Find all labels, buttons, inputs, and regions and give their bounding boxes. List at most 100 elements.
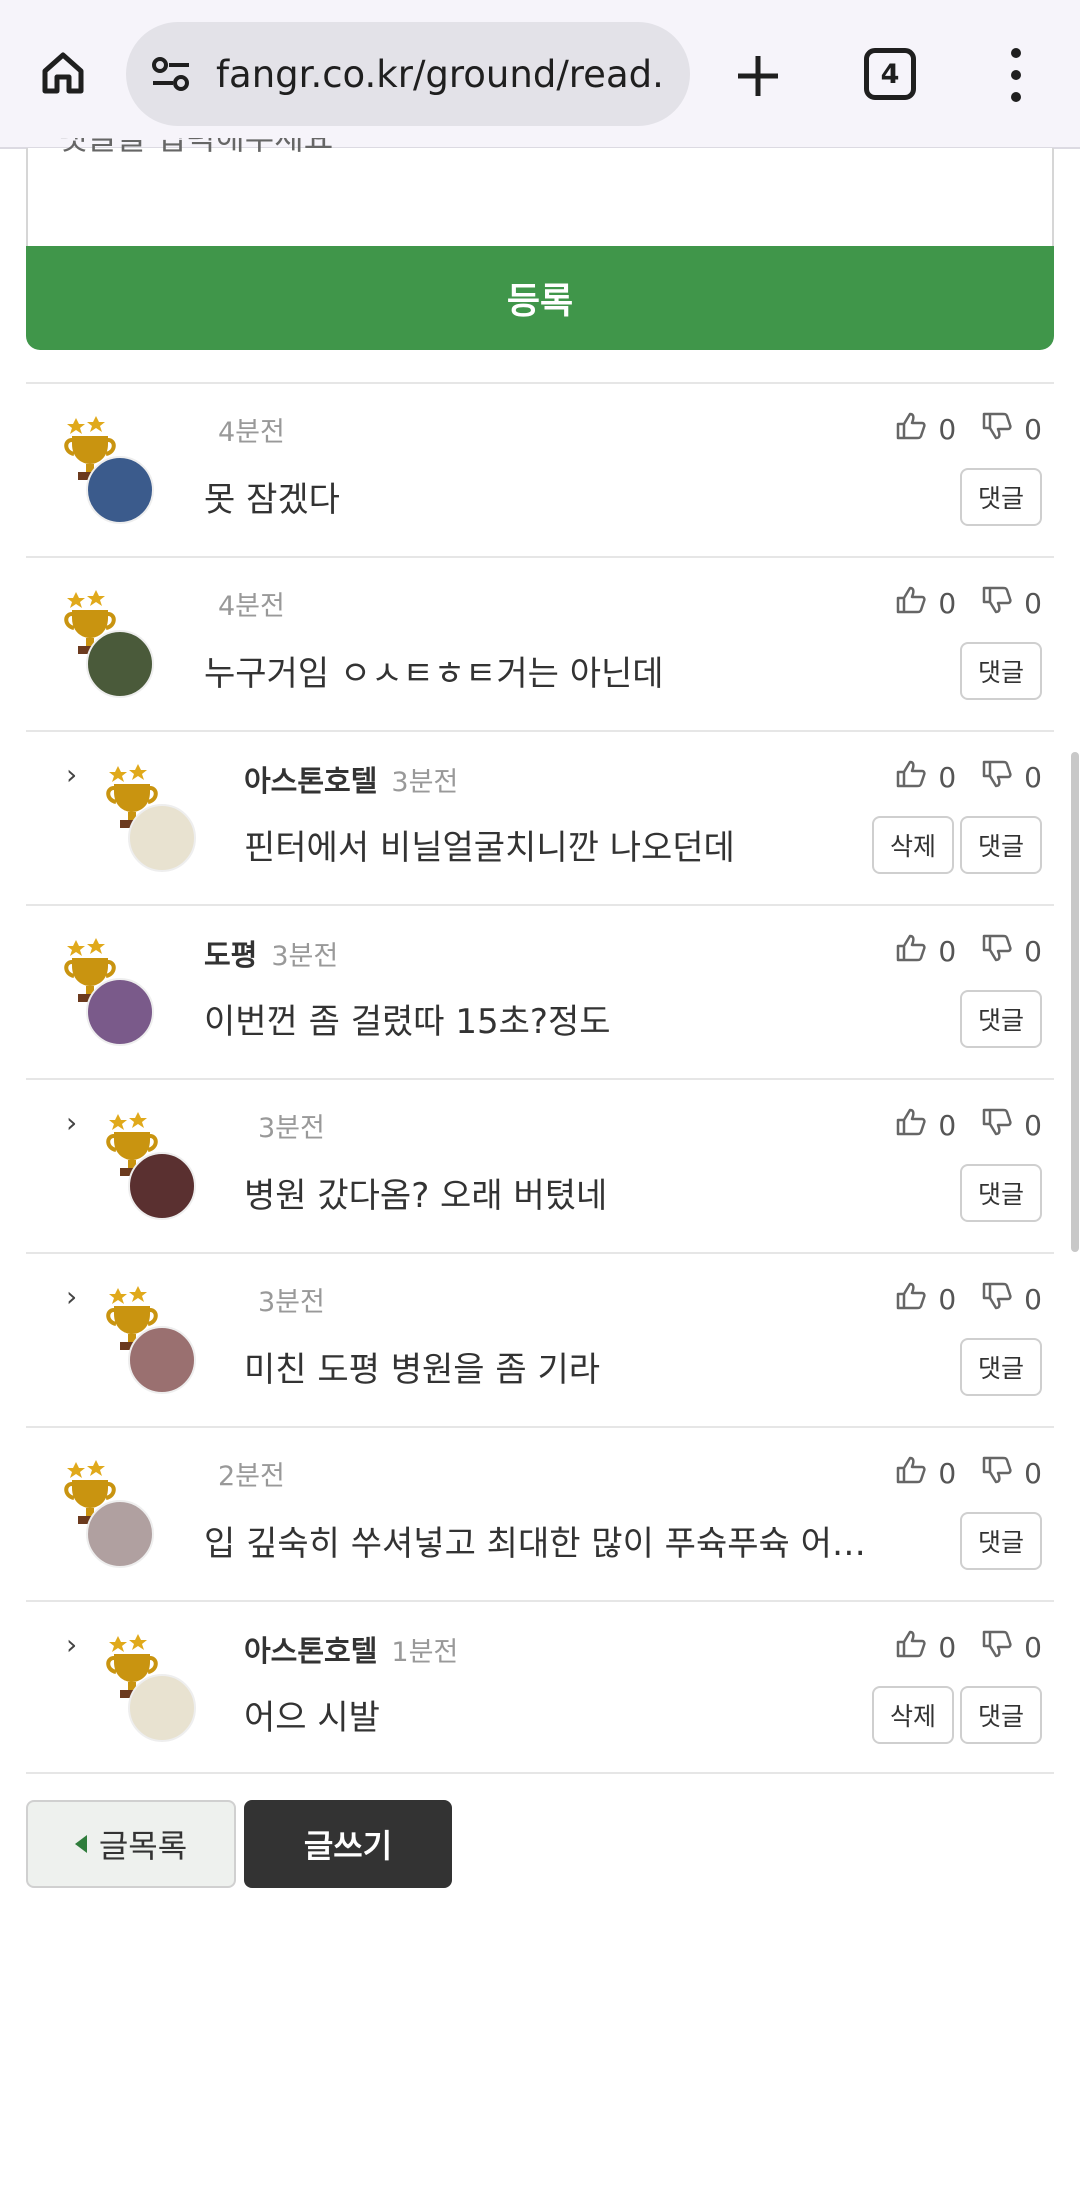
author-name[interactable]: 아스톤호텔 [244, 764, 377, 798]
like-button[interactable]: 0 [896, 586, 956, 621]
comment-author[interactable]: 아스톤호텔 3분전 [244, 758, 458, 800]
comment-text: 누구거임 ㅇㅅㅌㅎㅌ거는 아닌데 [204, 654, 664, 694]
reply-button[interactable]: 댓글 [959, 642, 1042, 700]
like-button[interactable]: 0 [896, 1630, 956, 1665]
thumbs-down-icon [982, 760, 1012, 795]
thumbs-up-icon [896, 1108, 926, 1143]
thumbs-down-icon [982, 1630, 1012, 1665]
comment-row: › 3분전 병원 갔다옴? 오래 버텼네 0 0 댓글 [26, 1078, 1054, 1252]
comment-author[interactable]: 도평 3분전 [204, 932, 338, 974]
avatar[interactable] [104, 1632, 196, 1744]
url-text[interactable]: fangr.co.kr/ground/read. [216, 53, 664, 96]
profile-picture [86, 978, 154, 1046]
dislike-button[interactable]: 0 [982, 1630, 1042, 1665]
reply-button[interactable]: 댓글 [959, 990, 1042, 1048]
comment-text: 입 깊숙히 쑤셔넣고 최대한 많이 푸슉푸슉 어흐... [204, 1524, 894, 1564]
home-icon[interactable] [30, 40, 96, 106]
profile-picture [128, 1152, 196, 1220]
vote-group: 00 [896, 1282, 1042, 1317]
avatar[interactable] [62, 936, 154, 1048]
reply-button[interactable]: 댓글 [959, 1686, 1042, 1744]
comment-author[interactable]: 3분전 [244, 1280, 325, 1319]
reply-chevron-icon: › [66, 1280, 78, 1313]
dislike-button[interactable]: 0 [982, 1108, 1042, 1143]
vote-group: 00 [896, 934, 1042, 969]
comment-author[interactable]: 3분전 [244, 1106, 325, 1145]
like-button[interactable]: 0 [896, 1108, 956, 1143]
like-count: 0 [938, 587, 957, 620]
comment-text: 병원 갔다옴? 오래 버텼네 [244, 1176, 608, 1216]
comment-time: 1분전 [391, 1637, 459, 1668]
author-name[interactable]: 아스톤호텔 [244, 1634, 377, 1668]
avatar[interactable] [104, 1284, 196, 1396]
comment-placeholder: 댓글을 입력해주세요 [58, 138, 334, 157]
comment-row: › 3분전 미친 도평 병원을 좀 기라 0 0 댓글 [26, 1252, 1054, 1426]
scrollbar[interactable] [1071, 752, 1079, 1252]
profile-picture [128, 1674, 196, 1742]
delete-comment-button[interactable]: 삭제 [871, 1686, 954, 1744]
dislike-button[interactable]: 0 [982, 1282, 1042, 1317]
reply-button[interactable]: 댓글 [959, 1338, 1042, 1396]
reply-button[interactable]: 댓글 [959, 1164, 1042, 1222]
thumbs-down-icon [982, 1282, 1012, 1317]
post-list-label: 글목록 [98, 1827, 188, 1865]
comment-author[interactable]: 4분전 [204, 410, 285, 449]
dislike-count: 0 [1024, 935, 1042, 968]
thumbs-up-icon [896, 1282, 926, 1317]
comment-author[interactable]: 아스톤호텔 1분전 [244, 1628, 458, 1670]
reply-chevron-icon: › [66, 1106, 78, 1139]
like-count: 0 [938, 935, 957, 968]
dislike-button[interactable]: 0 [982, 934, 1042, 969]
dislike-count: 0 [1024, 1109, 1042, 1142]
dislike-button[interactable]: 0 [982, 760, 1042, 795]
like-count: 0 [938, 1631, 957, 1664]
avatar[interactable] [62, 414, 154, 526]
like-button[interactable]: 0 [896, 1282, 956, 1317]
comment-author[interactable]: 4분전 [204, 584, 285, 623]
thumbs-down-icon [982, 412, 1012, 447]
more-menu-icon[interactable] [996, 42, 1036, 108]
comment-textarea[interactable]: 댓글을 입력해주세요 [26, 138, 1054, 248]
comment-actions: 댓글 [959, 1512, 1042, 1570]
avatar[interactable] [62, 1458, 154, 1570]
like-count: 0 [938, 1283, 957, 1316]
like-button[interactable]: 0 [896, 412, 956, 447]
post-list-button[interactable]: 글목록 [26, 1800, 236, 1888]
comment-text: 못 잠겠다 [204, 480, 340, 520]
thumbs-down-icon [982, 1456, 1012, 1491]
like-button[interactable]: 0 [896, 934, 956, 969]
like-button[interactable]: 0 [896, 1456, 956, 1491]
like-count: 0 [938, 761, 957, 794]
comment-text: 핀터에서 비닐얼굴치니깐 나오던데 [244, 828, 735, 868]
submit-comment-button[interactable]: 등록 [26, 246, 1054, 350]
dislike-button[interactable]: 0 [982, 412, 1042, 447]
comment-row: 도평 3분전 이번껀 좀 걸렸따 15초?정도 0 0 댓글 [26, 904, 1054, 1078]
author-name[interactable]: 도평 [204, 938, 257, 972]
avatar[interactable] [62, 588, 154, 700]
thumbs-down-icon [982, 934, 1012, 969]
reply-button[interactable]: 댓글 [959, 1512, 1042, 1570]
profile-picture [128, 804, 196, 872]
dislike-button[interactable]: 0 [982, 1456, 1042, 1491]
comment-author[interactable]: 2분전 [204, 1454, 285, 1493]
reply-button[interactable]: 댓글 [959, 468, 1042, 526]
reply-button[interactable]: 댓글 [959, 816, 1042, 874]
like-count: 0 [938, 1109, 957, 1142]
like-button[interactable]: 0 [896, 760, 956, 795]
avatar[interactable] [104, 1110, 196, 1222]
reply-chevron-icon: › [66, 1628, 78, 1661]
new-tab-icon[interactable] [722, 40, 794, 112]
like-count: 0 [938, 1457, 957, 1490]
write-post-button[interactable]: 글쓰기 [244, 1800, 452, 1888]
tab-switcher-button[interactable]: 4 [864, 48, 916, 100]
dislike-count: 0 [1024, 761, 1042, 794]
comment-time: 4분전 [218, 591, 285, 622]
avatar[interactable] [104, 762, 196, 874]
address-bar[interactable]: fangr.co.kr/ground/read. [126, 22, 690, 126]
reply-chevron-icon: › [66, 758, 78, 791]
dislike-button[interactable]: 0 [982, 586, 1042, 621]
delete-comment-button[interactable]: 삭제 [871, 816, 954, 874]
site-settings-icon[interactable] [146, 49, 196, 99]
comment-time: 4분전 [218, 417, 285, 448]
vote-group: 00 [896, 760, 1042, 795]
